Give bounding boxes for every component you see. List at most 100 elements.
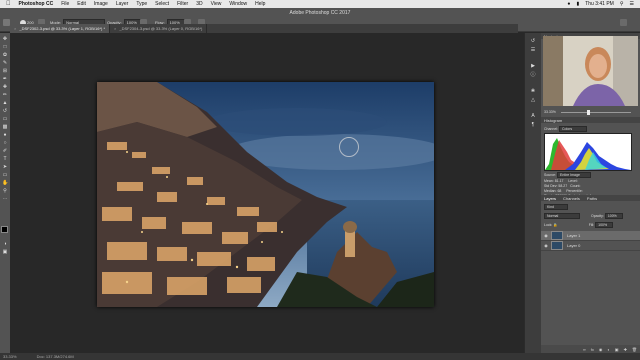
screen-mode-icon[interactable]: ▣ [2,249,8,255]
eyedropper-tool-icon[interactable]: ✒ [2,76,8,82]
menu-window[interactable]: Window [229,1,247,7]
menu-file[interactable]: File [61,1,69,7]
lasso-tool-icon[interactable]: ✿ [2,52,8,58]
eraser-tool-icon[interactable]: ▭ [2,116,8,122]
clock[interactable]: Thu 3:41 PM [585,1,614,7]
dodge-tool-icon[interactable]: ○ [2,140,8,146]
menu-filter[interactable]: Filter [177,1,188,7]
layer-style-icon[interactable]: fx [591,347,594,352]
status-doc-size[interactable]: Doc: 137.3M/274.6M [37,354,74,359]
layers-panel-header: Layers Channels Paths [541,195,640,201]
crop-tool-icon[interactable]: ⊞ [2,68,8,74]
close-icon[interactable]: × [14,26,16,31]
workspace-button[interactable] [620,18,627,27]
apple-icon[interactable]:  [6,1,11,7]
gradient-tool-icon[interactable]: ▩ [2,124,8,130]
search-icon[interactable]: ⚲ [620,1,624,7]
tab-layers[interactable]: Layers [544,196,556,201]
tab-dsf2304[interactable]: × _DSF2304-3.psd @ 33.3% (Layer 0, RGB/1… [110,24,208,33]
history-brush-tool-icon[interactable]: ↺ [2,108,8,114]
menu-list-icon[interactable]: ☰ [630,1,634,7]
layer-fill-field[interactable]: 100% [595,222,614,228]
quick-select-tool-icon[interactable]: ✎ [2,60,8,66]
more-tools-icon[interactable]: ⋯ [2,196,8,202]
path-selection-tool-icon[interactable]: ➤ [2,164,8,170]
marquee-tool-icon[interactable]: □ [2,44,8,50]
mean-label: Mean: [544,179,554,183]
menu-edit[interactable]: Edit [77,1,86,7]
document-canvas[interactable] [97,82,434,307]
status-zoom[interactable]: 33.33% [3,354,17,359]
blur-tool-icon[interactable]: ● [2,132,8,138]
layer-opacity-label: Opacity: [590,214,604,218]
stddev-value: 58.27 [558,184,568,188]
foreground-color-swatch[interactable] [1,226,8,233]
close-icon[interactable]: × [114,26,116,31]
histogram-tab[interactable]: Histogram [544,118,562,123]
clone-source-icon[interactable]: △ [530,97,536,103]
type-tool-icon[interactable]: T [2,156,8,162]
info-panel-icon[interactable]: ⓘ [530,72,536,78]
quick-mask-icon[interactable]: ◑ [2,241,8,247]
menu-layer[interactable]: Layer [116,1,129,7]
tab-channels[interactable]: Channels [563,196,580,201]
hand-tool-icon[interactable]: ✋ [2,180,8,186]
layer-name[interactable]: Layer 1 [567,233,580,238]
photo-positano-dusk [97,82,434,307]
source-select[interactable]: Entire Image [557,172,592,178]
zoom-tool-icon[interactable]: ⚲ [2,188,8,194]
zoom-slider-thumb[interactable] [587,110,590,115]
wifi-icon[interactable]: ● [567,1,570,7]
layer-filter-kind[interactable]: Kind [544,204,568,210]
properties-panel-icon[interactable]: ☰ [530,47,536,53]
tab-paths[interactable]: Paths [587,196,597,201]
trash-icon[interactable]: 🗑 [632,347,637,352]
fill-label: Fill: [588,223,595,227]
navigator-zoom-slider[interactable] [561,110,631,115]
menu-view[interactable]: View [211,1,222,7]
pen-tool-icon[interactable]: ✐ [2,148,8,154]
adjustment-layer-icon[interactable]: ◐ [607,347,609,352]
link-layers-icon[interactable]: ∞ [583,347,586,352]
visibility-eye-icon[interactable]: ◉ [543,243,549,248]
healing-brush-tool-icon[interactable]: ✚ [2,84,8,90]
new-group-icon[interactable]: ▣ [615,347,619,352]
channel-label: Channel: [544,127,559,131]
menu-type[interactable]: Type [136,1,147,7]
paragraph-panel-icon[interactable]: ¶ [530,122,536,128]
new-layer-icon[interactable]: ✚ [624,347,627,352]
panel-icon-strip: ↺ ☰ ▶ ⓘ ❀ △ A ¶ [524,33,541,353]
menu-select[interactable]: Select [155,1,169,7]
menu-image[interactable]: Image [94,1,108,7]
channel-select[interactable]: Colors [559,126,587,132]
navigator-zoom[interactable]: 33.33% [544,110,556,114]
app-menu[interactable]: Photoshop CC [19,1,54,7]
layer-row-layer-0[interactable]: ◉ Layer 0 [541,241,640,251]
brush-tool-icon[interactable]: ✏ [2,92,8,98]
tab-label: _DSF2304-3.psd @ 33.3% (Layer 0, RGB/16*… [119,26,203,31]
tab-label: _DSF2302-3.psd @ 33.3% (Layer 1, RGB/16*… [19,26,106,31]
window-title: Adobe Photoshop CC 2017 [289,10,351,16]
layer-thumbnail [551,231,563,240]
tab-dsf2302[interactable]: × _DSF2302-3.psd @ 33.3% (Layer 1, RGB/1… [10,24,111,33]
add-mask-icon[interactable]: ◉ [599,347,603,352]
lock-icon[interactable]: 🔒 [553,223,557,227]
rectangle-tool-icon[interactable]: ▭ [2,172,8,178]
menu-help[interactable]: Help [255,1,265,7]
tool-preset-picker[interactable] [3,18,10,27]
clone-stamp-tool-icon[interactable]: ▲ [2,100,8,106]
visibility-eye-icon[interactable]: ◉ [543,233,549,238]
actions-panel-icon[interactable]: ▶ [530,63,536,69]
layer-row-layer-1[interactable]: ◉ Layer 1 [541,231,640,241]
histogram-plot [545,138,631,170]
battery-icon[interactable]: ▮ [576,1,579,7]
history-panel-icon[interactable]: ↺ [530,38,536,44]
layer-name[interactable]: Layer 0 [567,243,580,248]
character-panel-icon[interactable]: A [530,113,536,119]
brush-settings-icon[interactable]: ❀ [530,88,536,94]
blend-mode-select[interactable]: Normal [544,213,580,219]
layer-opacity-field[interactable]: 100% [604,213,623,219]
move-tool-icon[interactable]: ✥ [2,36,8,42]
menu-3d[interactable]: 3D [196,1,202,7]
histogram-panel-header[interactable]: Histogram [541,117,640,123]
